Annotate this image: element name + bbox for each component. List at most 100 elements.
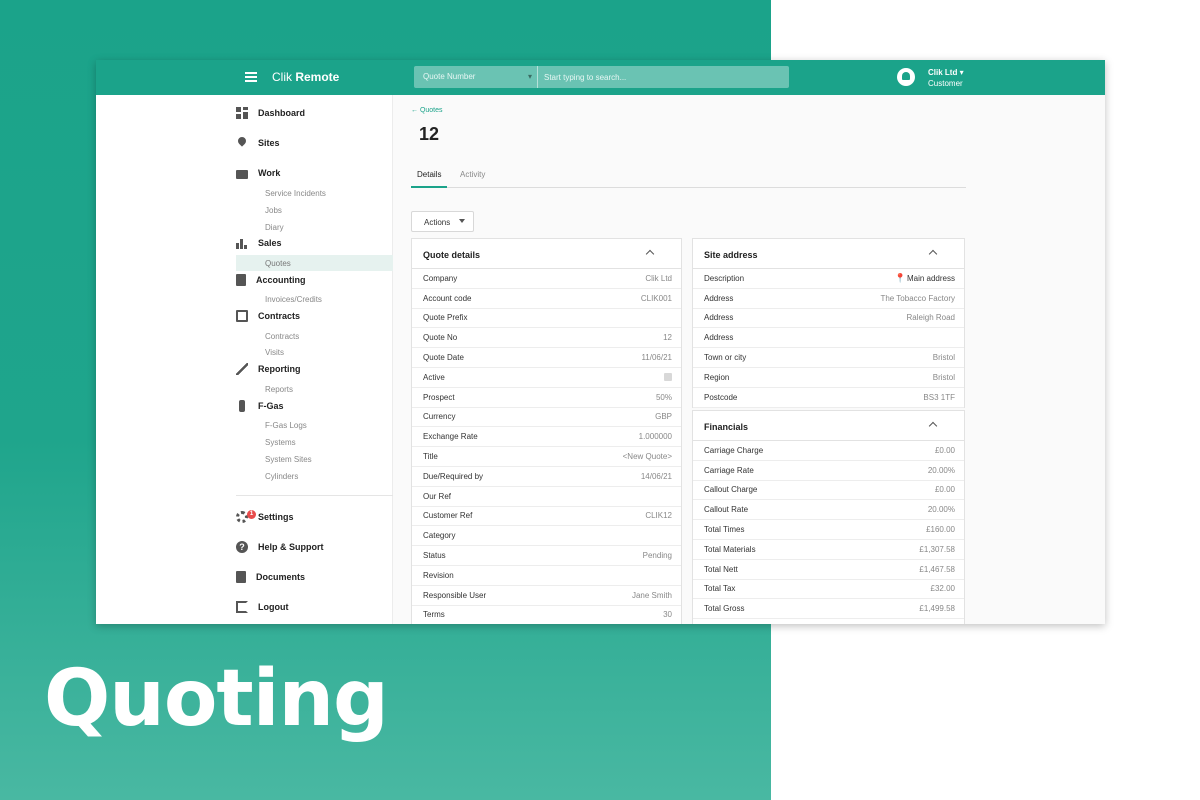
detail-row: Currency GBP (412, 408, 681, 428)
sidebar-item-dashboard[interactable]: Dashboard (236, 105, 305, 121)
brand-logo[interactable]: Clik Remote (272, 70, 339, 84)
tab-details[interactable]: Details (411, 170, 448, 188)
row-value: 12 (663, 333, 672, 343)
user-name: Clik Ltd (928, 68, 958, 77)
row-value: Pending (642, 551, 672, 561)
gas-cylinder-icon (239, 400, 245, 412)
tab-activity[interactable]: Activity (460, 170, 485, 188)
row-label: Total Times (704, 525, 745, 535)
sidebar-item-reporting[interactable]: Reporting (236, 361, 301, 377)
row-label: Address (704, 333, 734, 343)
row-value: Clik Ltd (645, 273, 672, 283)
row-label: Description (704, 273, 745, 283)
sidebar-item-logout[interactable]: Logout (236, 599, 289, 615)
row-value-with-marker: 📍Main address (895, 273, 955, 284)
row-label: Callout Charge (704, 485, 758, 495)
row-value: £1,307.58 (919, 544, 955, 554)
sidebar-item-fgas-logs[interactable]: F-Gas Logs (265, 421, 307, 430)
row-label: Total Nett (704, 564, 738, 574)
sidebar-item-help[interactable]: ? Help & Support (236, 539, 324, 555)
location-pin-icon (236, 137, 248, 149)
sidebar-item-sales[interactable]: Sales (236, 235, 282, 251)
notification-badge: 1 (247, 510, 256, 519)
breadcrumb-quotes[interactable]: ← Quotes (411, 107, 443, 114)
row-value: Jane Smith (631, 590, 672, 600)
detail-row: Due/Required by 14/06/21 (412, 467, 681, 487)
user-menu[interactable]: Clik Ltd ▾ Customer (928, 67, 964, 89)
chevron-up-icon[interactable] (645, 249, 655, 259)
panel-header[interactable]: Financials (693, 411, 964, 441)
menu-icon[interactable] (245, 72, 257, 82)
actions-label: Actions (424, 218, 451, 227)
row-label: Currency (423, 412, 456, 422)
panel-title: Quote details (423, 250, 481, 260)
chevron-up-icon[interactable] (928, 421, 938, 431)
site-address-panel: Site address Description 📍Main address Add… (692, 238, 965, 408)
detail-row: Terms 30 (412, 606, 681, 624)
sidebar-item-cylinders[interactable]: Cylinders (265, 472, 298, 481)
detail-row: Quote No 12 (412, 328, 681, 349)
brand-bold: Remote (295, 70, 340, 84)
detail-row: Our Ref (412, 487, 681, 507)
row-value: 11/06/21 (641, 353, 672, 363)
row-value: £160.00 (926, 525, 955, 535)
sidebar-item-reports[interactable]: Reports (265, 385, 293, 394)
financials-rows: Carriage Charge £0.00 Carriage Rate 20.00% C… (693, 441, 964, 620)
sidebar-label: Documents (256, 572, 306, 582)
row-label: Carriage Rate (704, 465, 754, 475)
row-label: Region (704, 372, 730, 382)
detail-row: Total Materials £1,307.58 (693, 540, 964, 560)
detail-row: Address (693, 328, 964, 349)
sidebar-item-service-incidents[interactable]: Service Incidents (265, 189, 326, 198)
row-value: £0.00 (934, 445, 955, 455)
sidebar-item-contracts[interactable]: Contracts (236, 308, 300, 324)
detail-row: Category (412, 526, 681, 547)
sidebar-item-work[interactable]: Work (236, 165, 280, 181)
detail-row: Town or city Bristol (693, 348, 964, 368)
detail-row: Revision (412, 566, 681, 586)
detail-row: Postcode BS3 1TF (693, 388, 964, 408)
sidebar-item-documents[interactable]: Documents (236, 569, 305, 585)
row-label: Carriage Charge (704, 445, 764, 455)
row-label: Title (423, 452, 438, 462)
sidebar-item-visits[interactable]: Visits (265, 348, 284, 357)
detail-row: Prospect 50% (412, 388, 681, 408)
logout-icon (236, 601, 248, 613)
row-value: £32.00 (930, 584, 955, 594)
row-label: Total Gross (704, 604, 745, 614)
sidebar-item-accounting[interactable]: Accounting (236, 272, 306, 288)
user-caret-icon: ▾ (959, 68, 964, 77)
panel-header[interactable]: Quote details (412, 239, 681, 269)
search-type-select[interactable]: Quote Number ▾ (414, 66, 538, 88)
row-label: Company (423, 273, 458, 283)
sidebar-item-diary[interactable]: Diary (265, 223, 284, 232)
sidebar-divider (236, 495, 393, 496)
row-label: Exchange Rate (423, 432, 478, 442)
sidebar-item-quotes[interactable]: Quotes (265, 259, 291, 268)
notification-bell-icon[interactable] (897, 68, 915, 86)
row-value: <New Quote> (622, 452, 672, 462)
search-input[interactable] (538, 66, 789, 88)
row-label: Quote Date (423, 353, 464, 363)
sidebar-item-settings[interactable]: 1 Settings (236, 509, 294, 525)
row-value: The Tobacco Factory (880, 293, 955, 303)
panel-header[interactable]: Site address (693, 239, 964, 269)
page-title: 12 (419, 124, 440, 144)
main-content: ← Quotes 12 Details Activity Actions Quo… (393, 95, 1105, 624)
sidebar-item-systems[interactable]: Systems (265, 438, 296, 447)
sidebar-item-sites[interactable]: Sites (236, 135, 280, 151)
chevron-up-icon[interactable] (928, 249, 938, 259)
active-checkbox[interactable] (664, 373, 672, 382)
site-address-rows: Description 📍Main address Address The Tobac… (693, 269, 964, 408)
sidebar-label: F-Gas (258, 401, 284, 411)
quote-details-panel: Quote details Company Clik Ltd Account cod… (411, 238, 682, 624)
top-bar: Clik Remote Quote Number ▾ Clik Ltd ▾ Cu… (96, 60, 1105, 95)
sidebar-item-jobs[interactable]: Jobs (265, 206, 282, 215)
actions-button[interactable]: Actions (411, 211, 474, 232)
detail-row: Quote Prefix (412, 309, 681, 329)
row-value: CLIK001 (640, 293, 672, 303)
sidebar-item-contracts-list[interactable]: Contracts (265, 332, 299, 341)
sidebar-item-invoices[interactable]: Invoices/Credits (265, 295, 322, 304)
sidebar-item-fgas[interactable]: F-Gas (236, 398, 284, 414)
sidebar-item-system-sites[interactable]: System Sites (265, 455, 312, 464)
